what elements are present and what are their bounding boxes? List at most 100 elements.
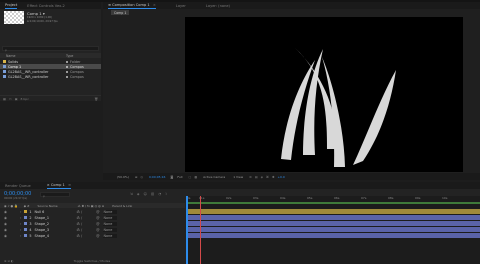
camera-dropdown[interactable]: Active Camera [203, 175, 225, 179]
reset-exposure-icon[interactable]: ✱ [272, 175, 275, 179]
project-column-header: Name Type [0, 53, 101, 58]
parent-dropdown[interactable]: None [102, 221, 117, 226]
expand-arrow-icon[interactable]: › [20, 210, 21, 214]
layer-duration-bar[interactable] [186, 233, 480, 238]
column-parent[interactable]: Parent & Link [112, 204, 132, 208]
layer-name[interactable]: Shape_4 [35, 234, 77, 238]
switches-column-icon[interactable]: ⁂ ✱ \ fx ▣ ◎ ◍ ⊡ [78, 204, 105, 208]
parent-dropdown[interactable]: None [102, 227, 117, 232]
comp-mini-flowchart-icon[interactable]: ⇲ [130, 192, 133, 196]
visibility-icon[interactable]: ◉ [4, 210, 7, 214]
interpret-footage-icon[interactable]: ▦ [3, 97, 6, 101]
timeline-search-input[interactable]: ρ [40, 192, 70, 198]
tab-project[interactable]: Project [0, 3, 22, 9]
tab-effect-controls[interactable]: Effect Controls Vex-2 [22, 4, 70, 8]
expand-collapse-icon[interactable]: ⊕ ⊖ ◐ [4, 259, 14, 263]
layer-switches[interactable]: ⁂ / [77, 216, 83, 220]
grid-icon[interactable]: ⊞ [135, 175, 138, 179]
trash-icon[interactable]: 🗑 [94, 97, 98, 101]
layer-row[interactable]: ◉ › 3 Shape_2 ⁂ / @ None [0, 221, 185, 226]
visibility-icon[interactable]: ◉ [4, 222, 7, 226]
composition-canvas[interactable] [185, 17, 463, 172]
parent-pickwhip-icon[interactable]: @ [96, 222, 99, 226]
layer-duration-bar[interactable] [186, 215, 480, 220]
layer-duration-bar[interactable] [186, 221, 480, 226]
motion-blur-icon[interactable]: ◔ [158, 192, 161, 196]
breadcrumb[interactable]: Comp 1 [111, 10, 130, 15]
views-dropdown[interactable]: 1 View [233, 175, 243, 179]
layer-name[interactable]: Null 6 [35, 210, 77, 214]
tab-render-queue[interactable]: Render Queue [0, 184, 36, 188]
tab-comp1[interactable]: × Comp 1 ≡ [42, 183, 76, 189]
playhead[interactable] [200, 196, 201, 264]
mask-icon[interactable]: ◎ [140, 175, 143, 179]
label-color-chip[interactable] [24, 210, 28, 213]
tab-layer[interactable]: Layer [171, 4, 191, 8]
close-icon[interactable]: × [153, 3, 156, 7]
new-folder-icon[interactable]: ▭ [9, 97, 12, 101]
expand-arrow-icon[interactable]: › [20, 234, 21, 238]
expand-arrow-icon[interactable]: › [20, 222, 21, 226]
toggle-modes-label[interactable]: Toggle Switches / Modes [74, 259, 111, 263]
layer-name[interactable]: Shape_1 [35, 216, 77, 220]
layer-row[interactable]: ◉ › 5 Shape_4 ⁂ / @ None [0, 233, 185, 238]
region-icon[interactable]: ▢ [188, 175, 191, 179]
layer-name[interactable]: Shape_2 [35, 222, 77, 226]
layout-icon[interactable]: ▤ [255, 175, 258, 179]
close-icon[interactable]: ≡ [68, 183, 71, 187]
label-color-chip[interactable] [24, 234, 28, 237]
layer-duration-bar[interactable] [186, 227, 480, 232]
layer-switches[interactable]: ⁂ / [77, 222, 83, 226]
exposure-value[interactable]: +0.0 [278, 175, 285, 179]
visibility-icon[interactable]: ◉ [4, 216, 7, 220]
current-time-display[interactable]: 0;00;05;16 [149, 175, 165, 179]
expand-arrow-icon[interactable]: › [20, 216, 21, 220]
expand-arrow-icon[interactable]: › [20, 228, 21, 232]
layer-row[interactable]: ◉ › 1 Null 6 ⁂ / @ None [0, 209, 185, 214]
resolution-dropdown[interactable]: Full [177, 175, 182, 179]
snapshot-icon[interactable]: ◙ [170, 175, 173, 179]
column-type[interactable]: Type [66, 54, 73, 58]
shy-icon[interactable]: ☺ [143, 192, 147, 196]
parent-pickwhip-icon[interactable]: @ [96, 210, 99, 214]
layer-name[interactable]: Shape_3 [35, 228, 77, 232]
project-search-input[interactable]: ρ [2, 46, 99, 52]
layer-switches[interactable]: ⁂ / [77, 210, 83, 214]
draft-3d-icon[interactable]: ◈ [137, 192, 140, 196]
transparency-grid-icon[interactable]: ▩ [194, 175, 197, 179]
av-features-icon[interactable]: ◉ ♪ ● 🔒 [4, 204, 18, 208]
tab-composition[interactable]: ≡ Composition Comp 1 × [103, 3, 161, 9]
work-area-bar[interactable] [186, 202, 480, 204]
list-item[interactable]: GL2BAS__WR_controller Compos [0, 74, 101, 79]
bpc-label[interactable]: 8 bpc [21, 97, 29, 101]
timeline-graph[interactable]: 0s 01s 02s 03s 04s 05s 06s 07s 08s 09s 1… [186, 196, 480, 264]
label-color-chip[interactable] [24, 222, 28, 225]
new-comp-icon[interactable]: ▣ [15, 97, 18, 101]
column-name[interactable]: Name [6, 54, 66, 58]
toggle-icon[interactable]: ⚙ [249, 175, 252, 179]
label-color-chip[interactable] [24, 228, 28, 231]
layer-switches[interactable]: ⁂ / [77, 234, 83, 238]
column-source-name[interactable]: Source Name [38, 204, 58, 208]
layer-row[interactable]: ◉ › 4 Shape_3 ⁂ / @ None [0, 227, 185, 232]
parent-pickwhip-icon[interactable]: @ [96, 228, 99, 232]
layer-row[interactable]: ◉ › 2 Shape_1 ⁂ / @ None [0, 215, 185, 220]
graph-editor-icon[interactable]: ⌇ [165, 192, 167, 196]
label-column-icon[interactable]: ◆ # [24, 204, 30, 208]
visibility-icon[interactable]: ◉ [4, 228, 7, 232]
magnification-dropdown[interactable]: (50.0%) [117, 175, 129, 179]
layer-switches[interactable]: ⁂ / [77, 228, 83, 232]
flowchart-icon[interactable]: ⌘ [266, 175, 269, 179]
visibility-icon[interactable]: ◉ [4, 234, 7, 238]
parent-pickwhip-icon[interactable]: @ [96, 234, 99, 238]
tab-layer-none[interactable]: Layer: (none) [201, 4, 235, 8]
frame-blend-icon[interactable]: ▥ [151, 192, 154, 196]
label-color-chip[interactable] [24, 216, 28, 219]
parent-dropdown[interactable]: None [102, 215, 117, 220]
parent-dropdown[interactable]: None [102, 209, 117, 214]
current-time-indicator[interactable] [186, 196, 188, 264]
layer-duration-bar[interactable] [186, 209, 480, 214]
parent-pickwhip-icon[interactable]: @ [96, 216, 99, 220]
parent-dropdown[interactable]: None [102, 233, 117, 238]
3d-icon[interactable]: ◈ [261, 175, 263, 179]
